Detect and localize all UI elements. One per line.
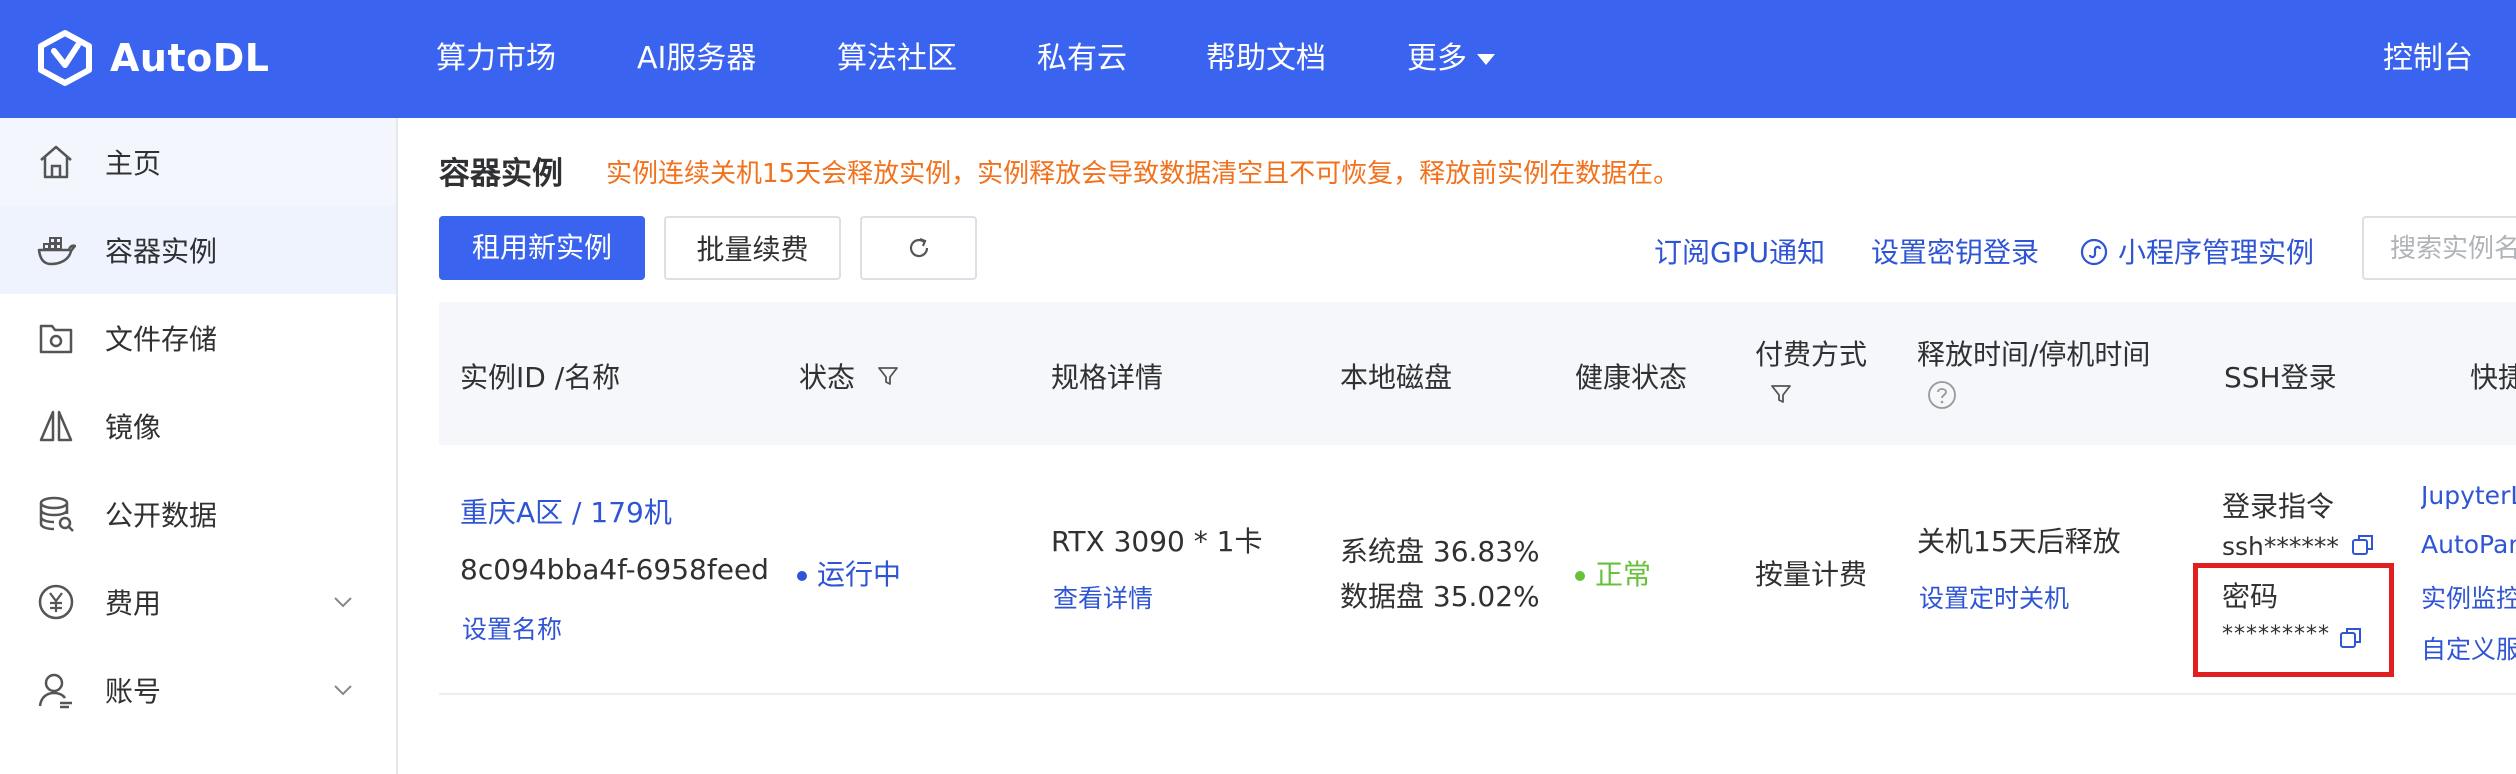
user-icon [38, 673, 72, 709]
health-status: 正常 [1575, 553, 1651, 593]
nav-help-docs[interactable]: 帮助文档 [1206, 0, 1326, 118]
sidebar-item-label: 文件存储 [105, 323, 218, 356]
caret-down-icon [1477, 54, 1495, 65]
sidebar-item-label: 公开数据 [105, 499, 218, 532]
mini-program-link[interactable]: 小程序管理实例 [2080, 231, 2314, 271]
nav-console[interactable]: 控制台 [2383, 0, 2473, 118]
logo-text: AutoDL [110, 36, 270, 80]
help-icon[interactable] [1927, 380, 1957, 410]
search-input[interactable] [2364, 218, 2516, 278]
disk-system: 系统盘 36.83% [1340, 535, 1540, 568]
ssh-command-value: ssh****** [2222, 532, 2339, 561]
storage-icon [39, 324, 73, 354]
mini-program-label: 小程序管理实例 [2118, 236, 2315, 269]
sidebar-item-label: 镜像 [105, 411, 162, 444]
top-navbar: AutoDL 算力市场 AI服务器 算法社区 私有云 帮助文档 更多 控制台 [0, 0, 2516, 118]
mini-program-icon [2080, 238, 2108, 266]
sidebar-item-billing[interactable]: 费用 [0, 558, 396, 646]
instance-id: 8c094bba4f-6958feed [460, 553, 769, 586]
release-time: 关机15天后释放 [1917, 525, 2121, 558]
status-label: 运行中 [817, 558, 902, 591]
page-title: 容器实例 [439, 156, 563, 192]
gpu-spec: RTX 3090 * 1卡 [1051, 525, 1263, 558]
ssh-command-label: 登录指令 [2222, 490, 2335, 523]
col-release-time: 释放时间/停机时间 [1917, 338, 2151, 371]
nav-private-cloud[interactable]: 私有云 [1037, 0, 1127, 118]
health-dot [1575, 571, 1585, 581]
yen-icon [38, 584, 74, 620]
sidebar-item-images[interactable]: 镜像 [0, 382, 396, 470]
sidebar-item-file-storage[interactable]: 文件存储 [0, 294, 396, 382]
nav-more-label: 更多 [1407, 41, 1467, 76]
subscribe-gpu-link[interactable]: 订阅GPU通知 [1654, 231, 1825, 271]
status-dot [797, 571, 807, 581]
col-tools: 快捷工具 [2470, 361, 2516, 394]
release-warning: 实例连续关机15天会释放实例，实例释放会导致数据清空且不可恢复，释放前实例在数据… [606, 159, 1680, 189]
col-id-name: 实例ID /名称 [460, 361, 621, 394]
refresh-button[interactable] [860, 216, 977, 280]
autodl-logo-icon [38, 30, 92, 86]
col-status-label: 状态 [799, 361, 856, 394]
docker-icon [37, 237, 76, 266]
rent-new-instance-button[interactable]: 租用新实例 [439, 216, 645, 280]
col-spec: 规格详情 [1051, 361, 1164, 394]
tool-custom-service-link[interactable]: 自定义服务 [2421, 630, 2516, 666]
copy-icon[interactable] [2350, 532, 2376, 558]
nav-ai-server[interactable]: AI服务器 [637, 0, 756, 118]
sidebar-item-label: 容器实例 [105, 235, 218, 268]
col-billing: 付费方式 [1755, 338, 1868, 371]
filter-icon[interactable] [1769, 382, 1793, 406]
sidebar-item-label: 主页 [105, 147, 162, 180]
tool-monitor-link[interactable]: 实例监控 [2421, 579, 2516, 615]
health-label: 正常 [1595, 558, 1652, 591]
billing-mode: 按量计费 [1755, 558, 1868, 591]
table-header [439, 302, 2516, 445]
col-disk: 本地磁盘 [1340, 361, 1453, 394]
filter-icon[interactable] [876, 364, 900, 388]
chevron-down-icon [334, 597, 352, 608]
col-ssh: SSH登录 [2224, 361, 2337, 394]
nav-more[interactable]: 更多 [1407, 0, 1495, 118]
col-status[interactable]: 状态 [799, 356, 900, 396]
search-instance[interactable] [2362, 216, 2516, 280]
disk-data: 数据盘 35.02% [1340, 580, 1540, 613]
batch-renew-button[interactable]: 批量续费 [664, 216, 841, 280]
set-key-login-link[interactable]: 设置密钥登录 [1871, 231, 2039, 271]
nav-compute-market[interactable]: 算力市场 [436, 0, 556, 118]
view-details-link[interactable]: 查看详情 [1053, 579, 1153, 615]
status-running: 运行中 [797, 553, 901, 593]
sidebar-item-home[interactable]: 主页 [0, 118, 396, 206]
sidebar-item-public-data[interactable]: 公开数据 [0, 470, 396, 558]
col-health: 健康状态 [1575, 361, 1688, 394]
logo[interactable]: AutoDL [36, 26, 270, 90]
tool-jupyterlab-link[interactable]: JupyterLab [2421, 481, 2516, 510]
set-shutdown-link[interactable]: 设置定时关机 [1919, 579, 2069, 615]
password-highlight-box [2193, 563, 2394, 677]
sidebar-item-account[interactable]: 账号 [0, 646, 396, 734]
sidebar-item-label: 账号 [105, 675, 162, 708]
sidebar-item-container-instances[interactable]: 容器实例 [0, 206, 396, 294]
nav-algorithm-community[interactable]: 算法社区 [837, 0, 957, 118]
row-divider [439, 693, 2516, 695]
sidebar: 主页 容器实例 文件存储 镜像 公开数据 费用 账号 [0, 118, 398, 774]
image-icon [39, 410, 73, 442]
instance-region-link[interactable]: 重庆A区 / 179机 [460, 491, 672, 531]
sidebar-item-label: 费用 [105, 587, 162, 620]
database-icon [39, 496, 74, 532]
refresh-icon [909, 237, 928, 258]
set-name-link[interactable]: 设置名称 [462, 610, 562, 646]
chevron-down-icon [334, 685, 352, 696]
home-icon [40, 145, 72, 179]
tool-autopanel-link[interactable]: AutoPanel [2421, 530, 2516, 559]
